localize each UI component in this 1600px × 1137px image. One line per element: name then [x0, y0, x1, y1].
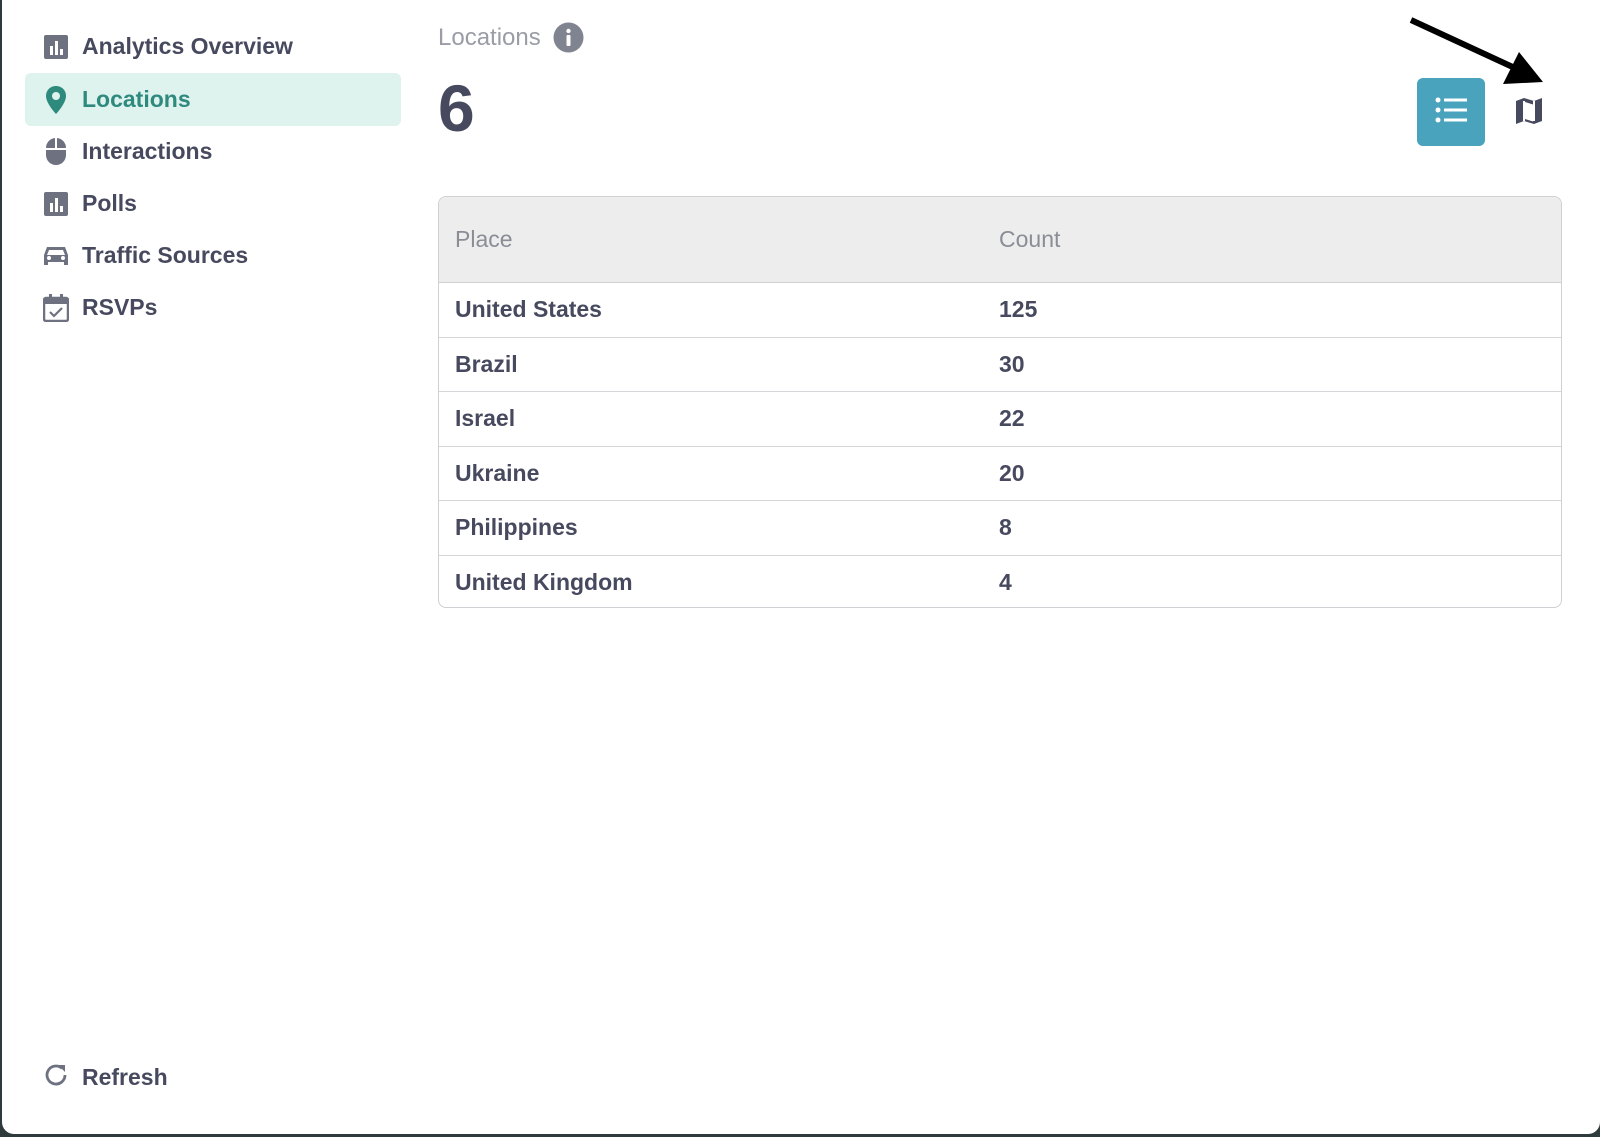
- sidebar-item-polls[interactable]: Polls: [25, 177, 401, 230]
- cell-place: Philippines: [455, 514, 578, 541]
- page-title: Locations: [438, 23, 541, 51]
- sidebar-item-label: Polls: [82, 190, 137, 216]
- sidebar-item-interactions[interactable]: Interactions: [25, 125, 401, 178]
- info-icon[interactable]: [553, 22, 584, 53]
- cell-count: 20: [999, 459, 1025, 486]
- locations-count: 6: [438, 71, 475, 145]
- table-row[interactable]: Philippines 8: [439, 501, 1561, 556]
- cell-count: 8: [999, 514, 1012, 541]
- sidebar-item-locations[interactable]: Locations: [25, 73, 401, 126]
- cell-count: 125: [999, 296, 1038, 323]
- map-view-button[interactable]: [1502, 86, 1556, 140]
- table-row[interactable]: United Kingdom 4: [439, 556, 1561, 608]
- calendar-check-icon: [42, 293, 70, 322]
- sidebar-item-rsvps[interactable]: RSVPs: [25, 281, 401, 334]
- table-row[interactable]: Ukraine 20: [439, 447, 1561, 501]
- map-pin-icon: [42, 85, 70, 114]
- locations-table: Place Count United States 125 Brazil 30 …: [438, 196, 1562, 608]
- cell-place: United States: [455, 296, 602, 323]
- annotation-arrow-icon: [1409, 17, 1543, 84]
- mouse-icon: [42, 137, 70, 166]
- cell-place: Brazil: [455, 350, 518, 377]
- app-window: Analytics Overview Locations Interaction…: [2, 0, 1600, 1134]
- sidebar-item-label: Interactions: [82, 138, 213, 164]
- bar-chart-icon: [42, 190, 70, 218]
- table-row[interactable]: Israel 22: [439, 392, 1561, 447]
- sidebar-item-analytics-overview[interactable]: Analytics Overview: [25, 20, 401, 73]
- cell-place: Ukraine: [455, 459, 540, 486]
- sidebar-item-label: Analytics Overview: [82, 33, 293, 59]
- bar-chart-icon: [42, 33, 70, 61]
- table-row[interactable]: Brazil 30: [439, 338, 1561, 392]
- refresh-icon: [42, 1061, 70, 1094]
- table-row[interactable]: United States 125: [439, 283, 1561, 338]
- list-icon: [1435, 97, 1467, 128]
- column-header-count[interactable]: Count: [999, 226, 1060, 252]
- sidebar-item-label: Locations: [82, 86, 191, 112]
- cell-count: 4: [999, 569, 1012, 596]
- sidebar-item-label: RSVPs: [82, 294, 158, 320]
- refresh-label: Refresh: [82, 1064, 168, 1090]
- cell-place: United Kingdom: [455, 569, 633, 596]
- table-header: Place Count: [439, 197, 1561, 283]
- cell-place: Israel: [455, 405, 516, 432]
- column-header-place[interactable]: Place: [455, 226, 513, 252]
- sidebar-item-label: Traffic Sources: [82, 242, 249, 268]
- page-title-row: Locations: [438, 22, 584, 53]
- cell-count: 30: [999, 350, 1025, 377]
- sidebar: Analytics Overview Locations Interaction…: [2, 0, 412, 1134]
- map-icon: [1513, 95, 1545, 132]
- sidebar-item-traffic-sources[interactable]: Traffic Sources: [25, 229, 401, 282]
- refresh-button[interactable]: Refresh: [42, 1061, 168, 1094]
- car-icon: [42, 242, 70, 270]
- cell-count: 22: [999, 405, 1025, 432]
